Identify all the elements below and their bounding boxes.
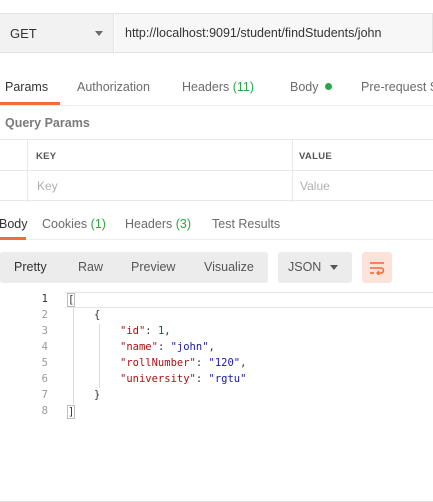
tab-headers[interactable]: Headers (11) [182,80,254,94]
response-tab-body-label: Body [0,217,28,231]
matched-bracket: ] [67,405,76,419]
tab-headers-label: Headers [182,80,230,94]
tab-body-label: Body [290,80,319,94]
tab-params[interactable]: Params [5,80,48,94]
response-tab-test-results[interactable]: Test Results [212,217,280,231]
tab-pre-request-script[interactable]: Pre-request S [361,80,433,94]
format-label: JSON [288,260,322,274]
chevron-down-icon [95,31,103,36]
code-line-1: [ [67,293,76,307]
json-value: "rgtu" [208,373,247,385]
indent-guide [73,308,74,404]
json-key: "id" [120,325,146,337]
json-value: "120" [208,357,241,369]
active-line-highlight [65,292,433,308]
view-pretty-button[interactable]: Pretty [14,260,47,274]
column-divider [27,140,28,202]
code-line-3: "id": 1, [120,325,171,337]
view-visualize-button[interactable]: Visualize [204,260,254,274]
tab-pre-request-label: Pre-request S [361,80,433,94]
json-key: "rollNumber" [120,357,196,369]
method-select[interactable]: GET [0,13,114,53]
json-key: "name" [120,341,158,353]
tab-body[interactable]: Body [290,80,332,94]
response-tab-headers-count: (3) [175,217,192,231]
indent-guide [99,324,100,388]
json-key: "university" [120,373,196,385]
code-line-2: { [94,309,101,321]
active-tab-indicator [0,102,60,105]
tab-authorization[interactable]: Authorization [77,80,150,94]
line-number: 1 [41,293,48,305]
code-line-8: ] [67,405,76,419]
query-params-table: KEY VALUE Key Value [0,139,433,202]
param-key-input[interactable]: Key [37,179,58,193]
json-value: 1 [157,325,165,337]
line-number: 2 [41,309,48,321]
request-tabs: Params Authorization Headers (11) Body P… [0,70,433,106]
column-header-value: VALUE [299,151,332,162]
response-body-code[interactable]: 1 2 3 4 5 6 7 8 [ { "id": 1, "name": "jo… [0,292,433,419]
line-number: 4 [41,341,48,353]
code-line-6: "university": "rgtu" [120,373,247,385]
wrap-lines-button[interactable] [362,252,392,283]
line-number: 6 [41,373,48,385]
line-number: 8 [41,405,48,417]
response-tabs: Body Cookies (1) Headers (3) Test Result… [0,208,433,240]
wrap-lines-icon [370,261,385,275]
body-indicator-dot [324,83,332,90]
chevron-down-icon [330,265,338,270]
json-value: "john" [170,341,209,353]
method-label: GET [10,25,37,41]
response-tab-cookies-count: (1) [90,217,106,231]
param-value-input[interactable]: Value [300,179,330,193]
tab-params-label: Params [5,80,49,94]
tab-headers-count: (11) [232,80,255,94]
code-line-7: } [94,389,101,401]
url-input[interactable]: http://localhost:9091/student/findStuden… [115,13,433,53]
url-text: http://localhost:9091/student/findStuden… [125,26,382,40]
request-bar: GET http://localhost:9091/student/findSt… [0,13,433,53]
response-active-tab-indicator [0,237,26,240]
column-divider [292,140,293,202]
response-tab-cookies[interactable]: Cookies (1) [42,217,106,231]
line-number: 3 [41,325,48,337]
code-line-4: "name": "john", [120,341,215,353]
query-params-header-row [0,140,433,171]
line-number: 5 [41,357,48,369]
matched-bracket: [ [67,293,76,307]
view-mode-group: Pretty Raw Preview Visualize [0,252,268,283]
response-tab-headers-label: Headers [125,217,173,231]
code-line-5: "rollNumber": "120", [120,357,247,369]
column-header-key: KEY [36,151,57,162]
query-params-title: Query Params [5,116,90,130]
view-raw-button[interactable]: Raw [78,260,103,274]
response-tab-cookies-label: Cookies [42,217,88,231]
tab-authorization-label: Authorization [77,80,150,94]
response-tab-body[interactable]: Body [0,217,28,231]
format-select[interactable]: JSON [278,252,352,283]
response-tab-headers[interactable]: Headers (3) [125,217,191,231]
response-tab-test-results-label: Test Results [212,217,281,231]
line-number: 7 [41,389,48,401]
view-preview-button[interactable]: Preview [131,260,175,274]
